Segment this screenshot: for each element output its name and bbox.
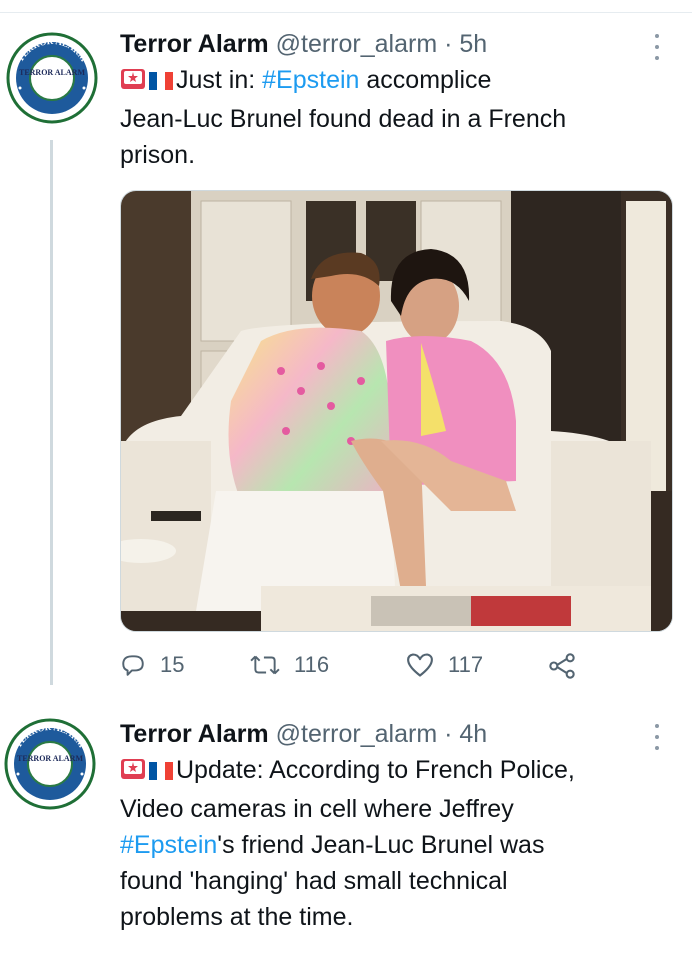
text-line3: prison. bbox=[120, 141, 196, 169]
retweet-count: 116 bbox=[294, 652, 330, 677]
avatar[interactable]: TERROR ALARM TERROR ALARM bbox=[6, 32, 98, 124]
reply-icon bbox=[122, 655, 144, 676]
tweet-header: Terror Alarm @terror_alarm · 5h bbox=[120, 26, 660, 62]
text-line2: Video cameras in cell where Jeffrey bbox=[120, 795, 514, 823]
french-flag-icon bbox=[148, 65, 174, 101]
username-handle[interactable]: @terror_alarm bbox=[276, 720, 438, 748]
more-icon[interactable] bbox=[652, 724, 662, 750]
hashtag-link[interactable]: #Epstein bbox=[262, 66, 359, 94]
separator-dot: · bbox=[444, 30, 453, 58]
more-icon[interactable] bbox=[652, 34, 662, 60]
like-icon bbox=[407, 653, 433, 677]
display-name[interactable]: Terror Alarm bbox=[120, 720, 269, 748]
avatar-label-line1: TERROR ALARM bbox=[17, 754, 83, 763]
reply-count: 15 bbox=[160, 652, 185, 677]
display-name[interactable]: Terror Alarm bbox=[120, 30, 269, 58]
share-icon bbox=[549, 653, 575, 679]
french-flag-icon bbox=[148, 755, 174, 791]
share-button[interactable] bbox=[548, 652, 590, 680]
tweet-photo[interactable] bbox=[120, 190, 673, 632]
text-prefix: Just in: bbox=[176, 66, 263, 94]
text-line1: Update: According to French Police, bbox=[176, 756, 575, 784]
thread-connector-line bbox=[50, 140, 53, 685]
avatar[interactable]: TERROR ALARM TERROR ALARM bbox=[4, 718, 96, 810]
reply-button[interactable]: 15 bbox=[120, 652, 184, 678]
like-count: 117 bbox=[448, 652, 484, 677]
hashtag-link[interactable]: #Epstein bbox=[120, 831, 217, 859]
retweet-icon bbox=[250, 655, 280, 675]
tweet-text: Update: According to French Police, Vide… bbox=[120, 752, 660, 935]
police-light-icon bbox=[120, 755, 146, 791]
timestamp[interactable]: 4h bbox=[459, 720, 487, 748]
retweet-button[interactable]: 116 bbox=[250, 652, 329, 678]
text-line1-rest: accomplice bbox=[359, 66, 492, 94]
text-line2: Jean-Luc Brunel found dead in a French bbox=[120, 105, 567, 133]
username-handle[interactable]: @terror_alarm bbox=[276, 30, 438, 58]
timestamp[interactable]: 5h bbox=[459, 30, 487, 58]
top-divider bbox=[0, 12, 692, 13]
like-button[interactable]: 117 bbox=[406, 652, 483, 678]
tweet-text: Just in: #Epstein accomplice Jean-Luc Br… bbox=[120, 62, 660, 173]
text-line3-rest: 's friend Jean-Luc Brunel was bbox=[217, 831, 545, 859]
separator-dot: · bbox=[444, 720, 453, 748]
text-line4: found 'hanging' had small technical bbox=[120, 867, 508, 895]
text-line5: problems at the time. bbox=[120, 903, 354, 931]
police-light-icon bbox=[120, 65, 146, 101]
tweet-header: Terror Alarm @terror_alarm · 4h bbox=[120, 716, 660, 752]
tweet-actions: 15 116 117 bbox=[120, 652, 590, 682]
avatar-label-line1: TERROR ALARM bbox=[19, 68, 85, 77]
